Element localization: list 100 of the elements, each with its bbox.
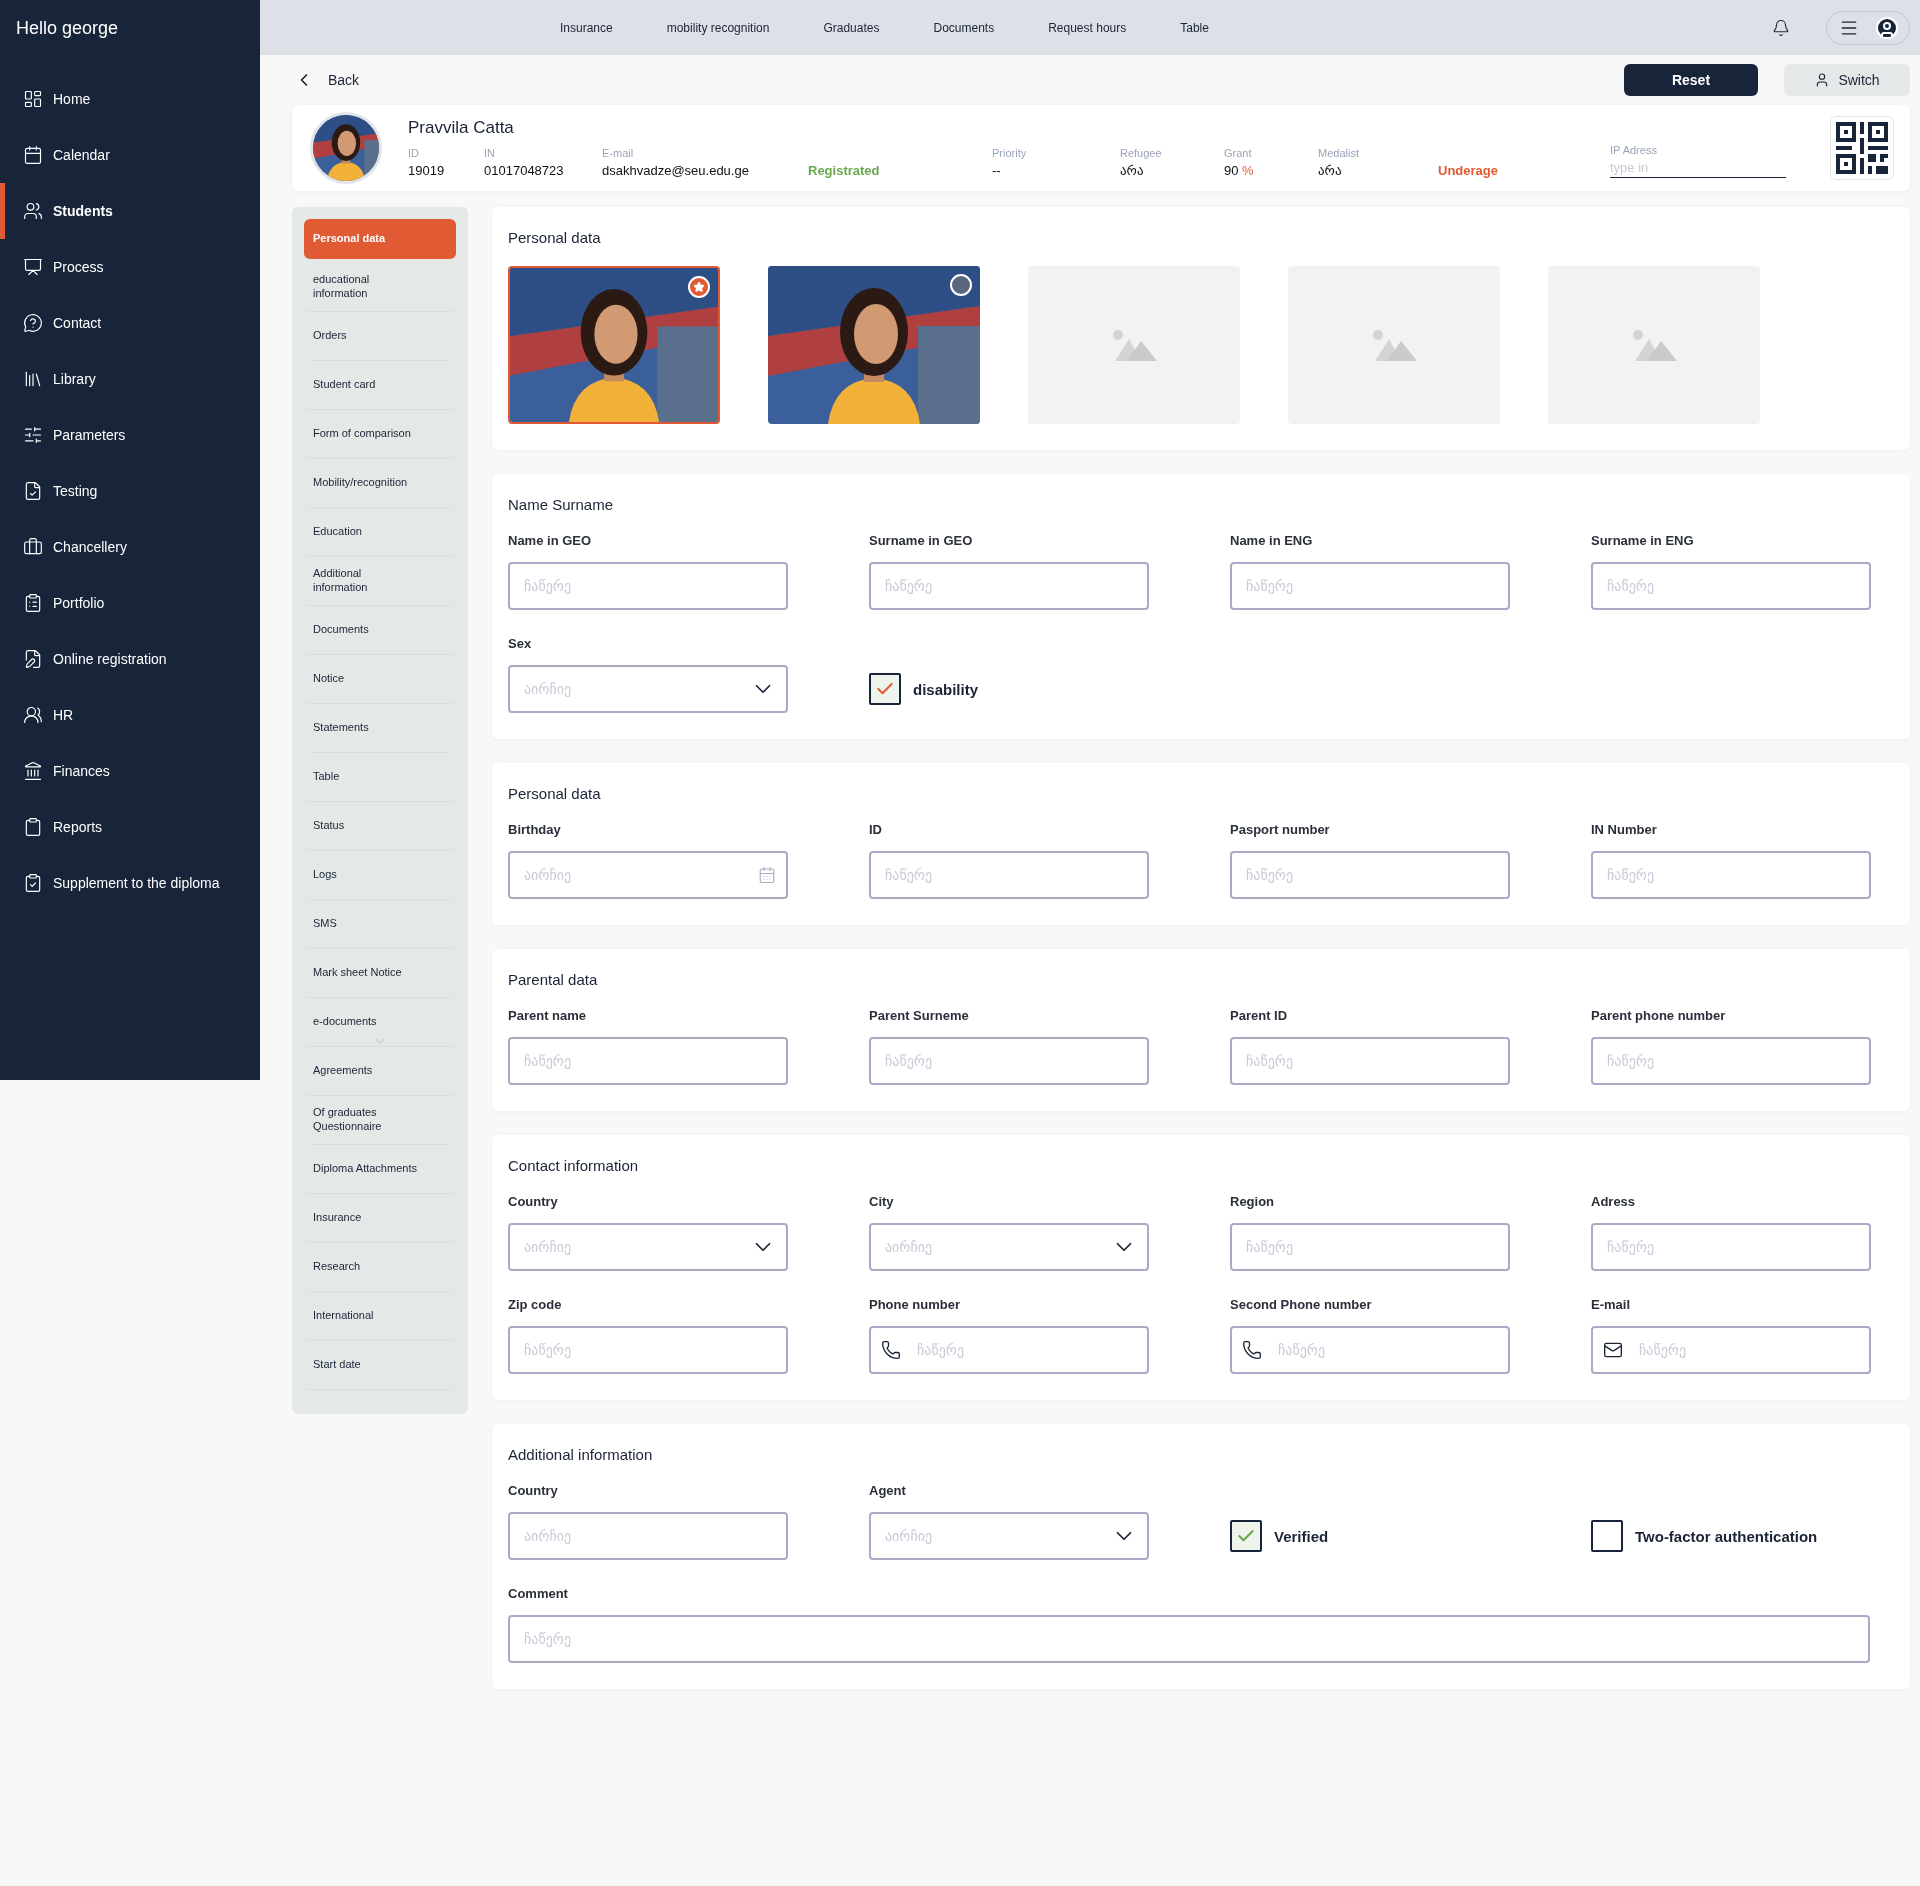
sidebar-item[interactable]: Calendar	[0, 127, 260, 183]
section-menu-item[interactable]: Form of comparison	[304, 410, 456, 459]
section-menu-item[interactable]: Insurance	[304, 1194, 456, 1243]
switch-button[interactable]: Switch	[1784, 64, 1910, 96]
section-menu-item[interactable]: Status	[304, 802, 456, 851]
section-menu-item[interactable]: SMS	[304, 900, 456, 949]
card-title: Personal data	[508, 229, 602, 246]
section-menu-item[interactable]: Additional information	[304, 557, 456, 606]
info-value: არა	[1120, 163, 1145, 178]
sidebar-item[interactable]: Chancellery	[0, 519, 260, 575]
section-menu-item[interactable]: educational information	[304, 263, 456, 312]
section-menu-item[interactable]: Mark sheet Notice	[304, 949, 456, 998]
card-title: Contact information	[508, 1157, 640, 1174]
qr-code-icon[interactable]	[1830, 116, 1894, 180]
menu-item-icon	[23, 313, 43, 333]
info-value: dsakhvadze@seu.edu.ge	[602, 163, 750, 178]
sidebar-item[interactable]: Parameters	[0, 407, 260, 463]
section-menu-item[interactable]: Documents	[304, 606, 456, 655]
menu-item-icon	[23, 649, 43, 669]
section-menu-item[interactable]: e-documents	[304, 998, 456, 1047]
section-menu-item[interactable]: Start date	[304, 1341, 456, 1390]
menu-item-icon	[23, 481, 43, 501]
field-label: Zip code	[508, 1297, 563, 1312]
back-link[interactable]: Back	[292, 70, 1614, 90]
section-menu-item[interactable]: Table	[304, 753, 456, 802]
select-circle[interactable]	[950, 274, 972, 296]
section-menu-item[interactable]: Orders	[304, 312, 456, 361]
nav-link[interactable]: Table	[1180, 20, 1209, 35]
card-title: Name Surname	[508, 496, 615, 513]
field-label: Surname in GEO	[869, 533, 974, 548]
field-label: Pasport number	[1230, 822, 1331, 837]
info-label: Medalist	[1318, 147, 1360, 159]
section-menu-item[interactable]: Education	[304, 508, 456, 557]
phone-icon	[1242, 1340, 1262, 1360]
field-label: Parent name	[508, 1008, 588, 1023]
checkbox[interactable]	[1591, 1520, 1623, 1552]
field-label: Country	[508, 1483, 559, 1498]
menu-item-icon	[23, 537, 43, 557]
image-icon	[1631, 329, 1677, 361]
sidebar-item[interactable]: Finances	[0, 743, 260, 799]
field-label: Parent ID	[1230, 1008, 1289, 1023]
checkbox-label: Verified	[1274, 1527, 1329, 1545]
nav-link[interactable]: Insurance	[560, 20, 613, 35]
section-menu-item[interactable]: Statements	[304, 704, 456, 753]
info-label: IN	[484, 147, 496, 159]
sidebar-item[interactable]: HR	[0, 687, 260, 743]
section-menu-item[interactable]: Agreements	[304, 1047, 456, 1096]
nav-link[interactable]: Request hours	[1048, 20, 1127, 35]
ip-input[interactable]: type in	[1610, 160, 1786, 178]
sidebar-item[interactable]: Home	[0, 71, 260, 127]
nav-link[interactable]: Graduates	[823, 20, 880, 35]
section-menu-item[interactable]: International	[304, 1292, 456, 1341]
status-text: Registrated	[808, 163, 881, 178]
field-label: Name in GEO	[508, 533, 593, 548]
section-menu-item[interactable]: Diploma Attachments	[304, 1145, 456, 1194]
sidebar-item[interactable]: Library	[0, 351, 260, 407]
nav-link[interactable]: Documents	[933, 20, 995, 35]
sidebar-item[interactable]: Process	[0, 239, 260, 295]
section-menu-item[interactable]: Research	[304, 1243, 456, 1292]
info-label: Refugee	[1120, 147, 1163, 159]
field-label: Surname in ENG	[1591, 533, 1695, 548]
info-label: ID	[408, 147, 420, 159]
sidebar-item[interactable]: Supplement to the diploma	[0, 855, 260, 911]
sidebar-item[interactable]: Contact	[0, 295, 260, 351]
section-menu-item[interactable]: Logs	[304, 851, 456, 900]
section-menu-item[interactable]: Personal data	[304, 219, 456, 259]
greeting: Hello george	[15, 17, 120, 40]
field-label: Sex	[508, 636, 533, 651]
checkbox-label: Two-factor authentication	[1635, 1527, 1818, 1545]
sidebar-item[interactable]: Reports	[0, 799, 260, 855]
card-title: Additional information	[508, 1446, 654, 1463]
card-title: Parental data	[508, 971, 599, 988]
field-label: Birthday	[508, 822, 562, 837]
sidebar-item[interactable]: Testing	[0, 463, 260, 519]
menu-item-icon	[23, 705, 43, 725]
sidebar-item[interactable]: Students	[0, 183, 260, 239]
image-icon	[1371, 329, 1417, 361]
menu-item-icon	[23, 145, 43, 165]
section-menu-item[interactable]: Notice	[304, 655, 456, 704]
menu-item-icon	[23, 425, 43, 445]
section-menu-item[interactable]: Of graduates Questionnaire	[304, 1096, 456, 1145]
menu-item-icon	[23, 257, 43, 277]
field-label: Country	[508, 1194, 559, 1209]
info-value: 01017048723	[484, 163, 565, 178]
field-label: Region	[1230, 1194, 1276, 1209]
field-label: City	[869, 1194, 895, 1209]
image-icon	[1111, 329, 1157, 361]
field-label: E-mail	[1591, 1297, 1631, 1312]
checkbox[interactable]	[1230, 1520, 1262, 1552]
sidebar-item[interactable]: Portfolio	[0, 575, 260, 631]
field-label: IN Number	[1591, 822, 1658, 837]
section-menu-item[interactable]: Mobility/recognition	[304, 459, 456, 508]
nav-link[interactable]: mobility recognition	[666, 20, 770, 35]
field-label: ID	[869, 822, 883, 837]
menu-item-icon	[23, 369, 43, 389]
sidebar-item[interactable]: Online registration	[0, 631, 260, 687]
reset-button[interactable]: Reset	[1624, 64, 1758, 96]
checkbox[interactable]	[869, 673, 901, 705]
section-menu-item[interactable]: Student card	[304, 361, 456, 410]
bell-icon[interactable]	[1772, 18, 1790, 37]
